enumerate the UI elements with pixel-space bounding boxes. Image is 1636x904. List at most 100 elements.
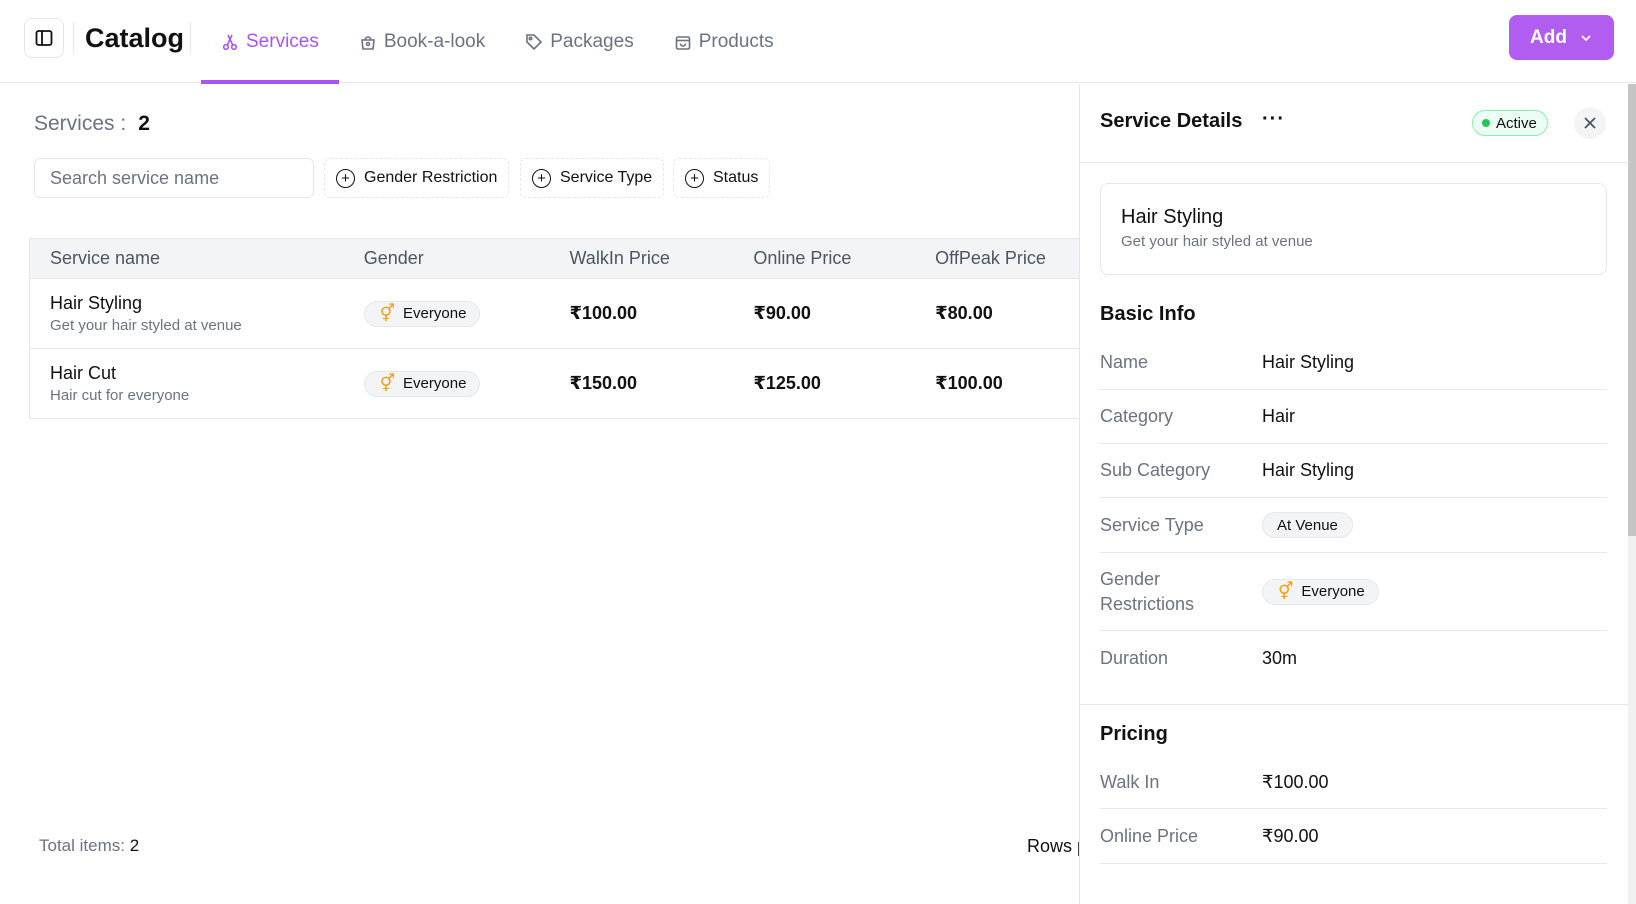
walkin-price: ₹100.00 xyxy=(569,303,638,323)
info-label: Walk In xyxy=(1100,771,1160,792)
plus-circle-icon: + xyxy=(532,168,551,188)
filter-status[interactable]: + Status xyxy=(673,158,771,198)
offpeak-price: ₹100.00 xyxy=(935,373,1003,393)
filter-label: Status xyxy=(713,169,759,186)
info-value: ₹90.00 xyxy=(1262,825,1319,846)
service-type-badge: At Venue xyxy=(1262,512,1353,538)
close-icon xyxy=(1584,117,1596,129)
card-description: Get your hair styled at venue xyxy=(1121,233,1313,250)
tab-bar: Services Book-a-look Packages Products xyxy=(201,0,794,84)
status-badge: Active xyxy=(1472,110,1548,136)
plus-circle-icon: + xyxy=(685,168,704,188)
offpeak-price: ₹80.00 xyxy=(935,303,993,323)
filter-label: Service Type xyxy=(560,169,653,186)
tab-label: Packages xyxy=(550,30,634,52)
total-items-label: Total items: xyxy=(39,836,125,855)
panel-header: Service Details ··· Active xyxy=(1080,84,1629,163)
filter-gender-restriction[interactable]: + Gender Restriction xyxy=(324,158,510,198)
service-details-panel: Service Details ··· Active Hair Styling … xyxy=(1079,84,1636,904)
status-label: Active xyxy=(1496,114,1537,132)
table-row[interactable]: Hair Cut Hair cut for everyone ⚥ Everyon… xyxy=(30,349,1079,418)
filter-label: Gender Restriction xyxy=(364,169,498,186)
sidebar-toggle-button[interactable] xyxy=(24,18,64,58)
sidebar-icon xyxy=(35,30,53,46)
info-row-name: Name Hair Styling xyxy=(1100,336,1607,390)
gender-badge: ⚥ Everyone xyxy=(363,370,481,397)
info-label: Gender Restrictions xyxy=(1100,567,1262,617)
info-row-duration: Duration 30m xyxy=(1100,631,1607,685)
column-header[interactable]: WalkIn Price xyxy=(569,248,753,269)
info-label-line: Restrictions xyxy=(1100,593,1195,614)
gender-badge: ⚥ Everyone xyxy=(1262,578,1379,605)
info-row-walkin: Walk In ₹100.00 xyxy=(1100,756,1607,809)
scrollbar-thumb[interactable] xyxy=(1628,84,1636,536)
info-label: Sub Category xyxy=(1100,460,1211,480)
top-bar: Catalog Services Book-a-look Packages Pr… xyxy=(0,0,1636,84)
tab-label: Services xyxy=(246,30,319,52)
gender-label: Everyone xyxy=(403,305,467,322)
table-row[interactable]: Hair Styling Get your hair styled at ven… xyxy=(30,279,1079,349)
services-count: Services : 2 xyxy=(34,112,150,136)
filter-service-type[interactable]: + Service Type xyxy=(520,158,665,198)
service-summary-card: Hair Styling Get your hair styled at ven… xyxy=(1100,183,1607,275)
info-row-gender: Gender Restrictions ⚥ Everyone xyxy=(1100,553,1607,631)
info-label: Duration xyxy=(1100,647,1169,668)
info-label: Online Price xyxy=(1100,825,1199,846)
add-button[interactable]: Add xyxy=(1509,15,1614,60)
gender-label: Everyone xyxy=(1301,583,1365,600)
rows-per-page-label: Rows per page xyxy=(1027,836,1079,856)
info-row-online: Online Price ₹90.00 xyxy=(1100,809,1607,864)
service-description: Hair cut for everyone xyxy=(50,386,190,404)
info-label: Category xyxy=(1100,406,1174,426)
tag-icon xyxy=(526,33,543,50)
info-label: Service Type xyxy=(1100,514,1204,535)
services-main: Services : 2 + Gender Restriction + Serv… xyxy=(0,84,1079,904)
tab-book-a-look[interactable]: Book-a-look xyxy=(339,0,505,83)
info-value: Hair xyxy=(1262,406,1296,426)
info-value: ₹100.00 xyxy=(1262,771,1329,792)
info-value: Hair Styling xyxy=(1262,460,1355,480)
column-header[interactable]: Gender xyxy=(364,248,570,269)
total-items: Total items: 2 xyxy=(39,836,139,856)
service-name: Hair Cut xyxy=(50,362,117,383)
more-options-icon[interactable]: ··· xyxy=(1262,108,1285,131)
info-row-service-type: Service Type At Venue xyxy=(1100,498,1607,553)
tab-products[interactable]: Products xyxy=(654,0,794,83)
info-value: 30m xyxy=(1262,647,1298,668)
info-row-sub-category: Sub Category Hair Styling xyxy=(1100,444,1607,498)
gender-icon: ⚥ xyxy=(1278,581,1294,601)
column-header[interactable]: Service name xyxy=(30,248,364,269)
walkin-price: ₹150.00 xyxy=(569,373,638,393)
service-description: Get your hair styled at venue xyxy=(50,316,242,334)
section-divider xyxy=(1080,704,1629,705)
basic-info-title: Basic Info xyxy=(1100,303,1196,325)
page-title: Catalog xyxy=(85,23,185,53)
scissors-icon xyxy=(222,34,238,50)
service-name: Hair Styling xyxy=(50,292,143,313)
info-label: Name xyxy=(1100,352,1149,372)
pricing-title: Pricing xyxy=(1100,723,1168,745)
column-header[interactable]: Online Price xyxy=(753,248,935,269)
plus-circle-icon: + xyxy=(336,168,355,188)
services-table: Service name Gender WalkIn Price Online … xyxy=(29,238,1079,419)
close-button[interactable] xyxy=(1574,107,1606,139)
column-header[interactable]: OffPeak Price xyxy=(935,248,1079,269)
online-price: ₹125.00 xyxy=(753,373,821,393)
info-value: Hair Styling xyxy=(1262,352,1355,372)
title-separator xyxy=(190,22,191,54)
gender-icon: ⚥ xyxy=(379,373,396,393)
gender-label: Everyone xyxy=(403,375,467,392)
tab-services[interactable]: Services xyxy=(201,0,339,84)
panel-title: Service Details xyxy=(1100,110,1243,132)
online-price: ₹90.00 xyxy=(753,303,811,323)
status-dot-icon xyxy=(1482,119,1490,127)
tab-label: Products xyxy=(698,30,774,52)
services-count-label: Services : xyxy=(34,112,127,135)
info-row-category: Category Hair xyxy=(1100,390,1607,444)
tab-packages[interactable]: Packages xyxy=(505,0,653,83)
gender-badge: ⚥ Everyone xyxy=(363,300,481,327)
search-input[interactable] xyxy=(34,158,314,198)
table-header: Service name Gender WalkIn Price Online … xyxy=(30,239,1079,279)
services-count-value: 2 xyxy=(138,112,150,135)
add-button-label: Add xyxy=(1530,26,1567,48)
